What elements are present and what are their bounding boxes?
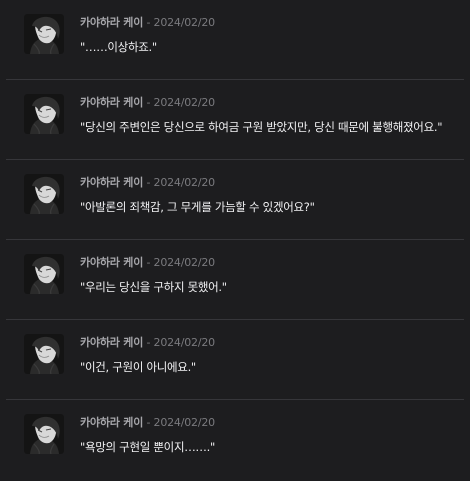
- comment-text: "……이상하죠.": [80, 40, 157, 54]
- avatar-portrait-icon: [24, 174, 64, 214]
- comment-meta: 카야하라 케이 - 2024/02/20: [80, 176, 215, 190]
- comment-meta: 카야하라 케이 - 2024/02/20: [80, 416, 215, 430]
- avatar-portrait-icon: [24, 94, 64, 134]
- comment-item: 카야하라 케이 - 2024/02/20 "이건, 구원이 아니에요.": [0, 320, 470, 400]
- comment-text: "당신의 주변인은 당신으로 하여금 구원 받았지만, 당신 때문에 불행해졌어…: [80, 120, 443, 134]
- comment-author[interactable]: 카야하라 케이: [80, 176, 143, 189]
- meta-separator: -: [146, 336, 151, 349]
- comment-date: 2024/02/20: [153, 256, 216, 269]
- comment-item: 카야하라 케이 - 2024/02/20 "당신의 주변인은 당신으로 하여금 …: [0, 80, 470, 160]
- meta-separator: -: [146, 416, 151, 429]
- comment-meta: 카야하라 케이 - 2024/02/20: [80, 336, 215, 350]
- comment-date: 2024/02/20: [153, 96, 216, 109]
- comment-date: 2024/02/20: [153, 416, 216, 429]
- avatar[interactable]: [24, 94, 64, 134]
- comment-date: 2024/02/20: [153, 336, 216, 349]
- meta-separator: -: [146, 96, 151, 109]
- comment-meta: 카야하라 케이 - 2024/02/20: [80, 256, 215, 270]
- avatar[interactable]: [24, 334, 64, 374]
- comment-author[interactable]: 카야하라 케이: [80, 16, 143, 29]
- comment-item: 카야하라 케이 - 2024/02/20 "……이상하죠.": [0, 0, 470, 80]
- avatar-portrait-icon: [24, 414, 64, 454]
- meta-separator: -: [146, 176, 151, 189]
- comment-feed: 카야하라 케이 - 2024/02/20 "……이상하죠." 카야하라 케이 -…: [0, 0, 470, 481]
- avatar-portrait-icon: [24, 254, 64, 294]
- avatar[interactable]: [24, 174, 64, 214]
- comment-author[interactable]: 카야하라 케이: [80, 256, 143, 269]
- comment-item: 카야하라 케이 - 2024/02/20 "우리는 당신을 구하지 못했어.": [0, 240, 470, 320]
- avatar[interactable]: [24, 14, 64, 54]
- avatar-portrait-icon: [24, 14, 64, 54]
- comment-meta: 카야하라 케이 - 2024/02/20: [80, 96, 215, 110]
- meta-separator: -: [146, 16, 151, 29]
- comment-author[interactable]: 카야하라 케이: [80, 416, 143, 429]
- comment-date: 2024/02/20: [153, 176, 216, 189]
- comment-author[interactable]: 카야하라 케이: [80, 96, 143, 109]
- comment-text: "우리는 당신을 구하지 못했어.": [80, 280, 227, 294]
- comment-item: 카야하라 케이 - 2024/02/20 "욕망의 구현일 뿐이지…….": [0, 400, 470, 480]
- comment-text: "욕망의 구현일 뿐이지…….": [80, 440, 215, 454]
- comment-date: 2024/02/20: [153, 16, 216, 29]
- comment-author[interactable]: 카야하라 케이: [80, 336, 143, 349]
- avatar-portrait-icon: [24, 334, 64, 374]
- comment-item: 카야하라 케이 - 2024/02/20 "아발론의 죄책감, 그 무게를 가늠…: [0, 160, 470, 240]
- comment-meta: 카야하라 케이 - 2024/02/20: [80, 16, 215, 30]
- comment-text: "아발론의 죄책감, 그 무게를 가늠할 수 있겠어요?": [80, 200, 315, 214]
- avatar[interactable]: [24, 414, 64, 454]
- comment-text: "이건, 구원이 아니에요.": [80, 360, 196, 374]
- avatar[interactable]: [24, 254, 64, 294]
- meta-separator: -: [146, 256, 151, 269]
